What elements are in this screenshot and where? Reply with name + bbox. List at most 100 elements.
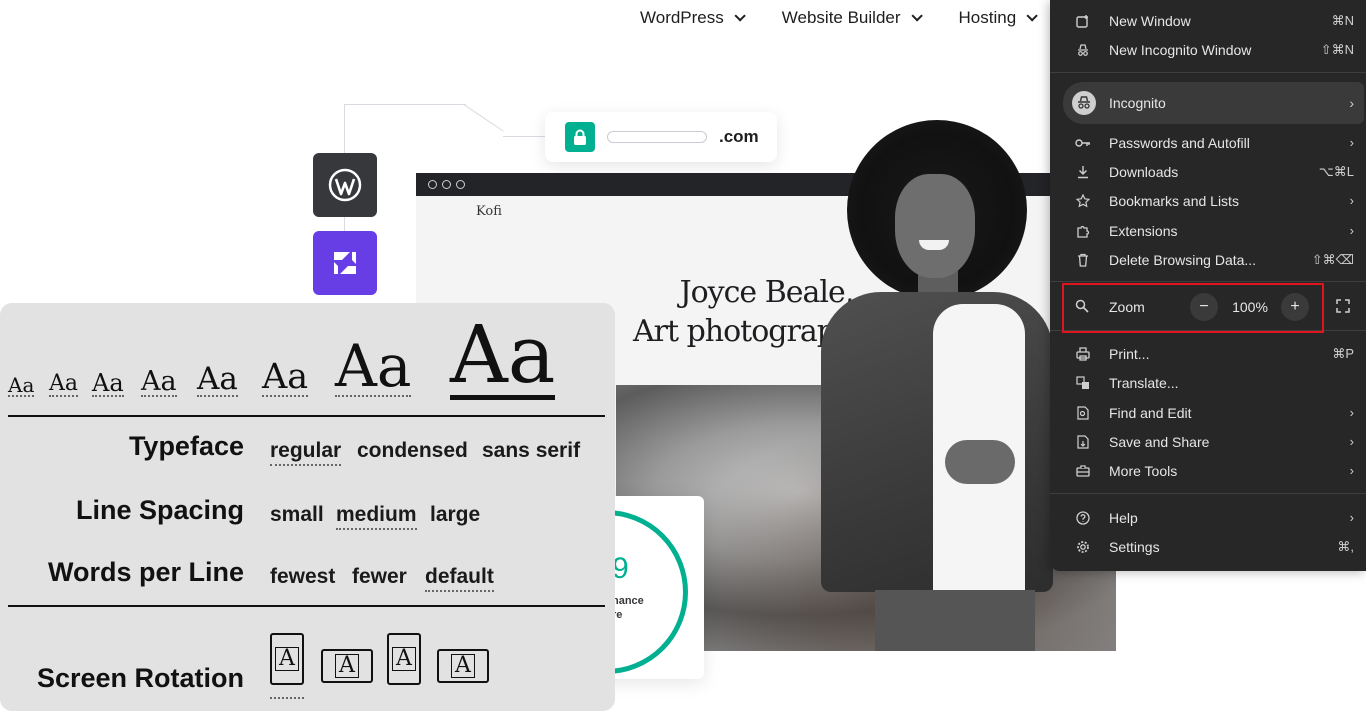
wordpress-logo-icon [313, 153, 377, 217]
mock-site-brand: Kofi [476, 204, 502, 219]
chevron-down-icon [1026, 10, 1038, 22]
menu-new-window[interactable]: New Window ⌘N [1050, 6, 1366, 35]
menu-more-tools-label: More Tools [1109, 462, 1178, 479]
landscape-frame-icon: A [437, 649, 489, 683]
zoom-highlight-box [1062, 283, 1324, 333]
words-option-fewest[interactable]: fewest [270, 565, 335, 589]
find-page-icon [1075, 405, 1091, 421]
menu-help[interactable]: Help › [1050, 503, 1366, 532]
menu-extensions-label: Extensions [1109, 222, 1178, 239]
divider [8, 415, 605, 417]
menu-downloads[interactable]: Downloads ⌥⌘L [1050, 157, 1366, 186]
font-size-option[interactable]: Aa [262, 360, 309, 397]
menu-translate-label: Translate... [1109, 374, 1179, 391]
menu-passwords-autofill[interactable]: Passwords and Autofill › [1050, 128, 1366, 157]
menu-translate[interactable]: Translate... [1050, 368, 1366, 397]
person-pants [875, 590, 1035, 651]
line-spacing-option-small[interactable]: small [270, 503, 324, 527]
nav-hosting-label: Hosting [958, 8, 1017, 27]
font-size-option[interactable]: Aa [197, 364, 238, 397]
menu-help-label: Help [1109, 509, 1138, 526]
nav-website-builder[interactable]: Website Builder [781, 8, 923, 28]
landscape-frame-icon: A [321, 649, 373, 683]
person-face [895, 174, 975, 278]
line-spacing-option-medium[interactable]: medium [336, 503, 417, 530]
help-icon [1075, 510, 1091, 526]
reader-settings-panel: Aa Aa Aa Aa Aa Aa Aa Aa Typeface regular… [0, 303, 615, 711]
website-builder-logo-icon [313, 231, 377, 295]
menu-save-and-share[interactable]: Save and Share › [1050, 427, 1366, 456]
chevron-right-icon: › [1349, 434, 1354, 449]
nav-website-builder-label: Website Builder [781, 8, 901, 27]
menu-new-incognito-label: New Incognito Window [1109, 41, 1252, 58]
font-size-option[interactable]: Aa [335, 337, 412, 397]
menu-settings-shortcut: ⌘, [1337, 538, 1354, 554]
rotation-portrait-inverted[interactable]: A [387, 633, 423, 687]
typeface-option-sans-serif[interactable]: sans serif [482, 439, 580, 463]
download-icon [1075, 164, 1091, 180]
menu-delete-browsing-data[interactable]: Delete Browsing Data... ⇧⌘⌫ [1050, 245, 1366, 274]
top-navigation: WordPress Website Builder Hosting [640, 8, 1038, 28]
menu-separator [1050, 281, 1366, 282]
window-dot-icon [428, 180, 437, 189]
chevron-right-icon: › [1349, 463, 1354, 478]
menu-extensions[interactable]: Extensions › [1050, 216, 1366, 245]
nav-hosting[interactable]: Hosting [958, 8, 1038, 28]
screen-rotation-label: Screen Rotation [36, 663, 244, 693]
portrait-frame-icon: A [270, 633, 304, 685]
words-option-default[interactable]: default [425, 565, 494, 592]
rotation-glyph: A [451, 654, 475, 678]
font-size-option[interactable]: Aa [141, 368, 177, 397]
font-size-row: Aa Aa Aa Aa Aa Aa Aa Aa [0, 303, 615, 413]
menu-profile-label: Incognito [1109, 95, 1166, 111]
menu-bookmarks-lists[interactable]: Bookmarks and Lists › [1050, 186, 1366, 215]
portrait-frame-icon: A [387, 633, 421, 685]
menu-profile-incognito[interactable]: Incognito › [1063, 82, 1364, 124]
rotation-landscape-left[interactable]: A [321, 649, 373, 685]
chevron-right-icon: › [1349, 405, 1354, 420]
gear-icon [1075, 539, 1091, 555]
rotation-portrait-selected[interactable]: A [270, 633, 306, 699]
nav-wordpress[interactable]: WordPress [640, 8, 746, 28]
menu-new-incognito-window[interactable]: New Incognito Window ⇧⌘N [1050, 35, 1366, 64]
rotation-landscape-right[interactable]: A [437, 649, 489, 685]
lock-icon [565, 122, 595, 152]
menu-more-tools[interactable]: More Tools › [1050, 456, 1366, 485]
person-photo [815, 120, 1065, 651]
domain-card: .com [545, 112, 777, 162]
nav-wordpress-label: WordPress [640, 8, 724, 27]
fullscreen-icon[interactable] [1336, 299, 1352, 315]
menu-downloads-label: Downloads [1109, 163, 1179, 180]
trash-icon [1075, 252, 1091, 268]
new-window-icon [1075, 13, 1091, 29]
words-option-fewer[interactable]: fewer [352, 565, 407, 589]
menu-delete-data-shortcut: ⇧⌘⌫ [1311, 251, 1354, 267]
chevron-right-icon: › [1349, 95, 1354, 111]
translate-icon [1075, 375, 1091, 391]
menu-settings[interactable]: Settings ⌘, [1050, 532, 1366, 561]
key-icon [1075, 135, 1091, 151]
window-dot-icon [456, 180, 465, 189]
font-size-option-selected[interactable]: Aa [450, 315, 556, 400]
toolbox-icon [1075, 463, 1091, 479]
menu-downloads-shortcut: ⌥⌘L [1318, 163, 1354, 179]
menu-separator [1050, 493, 1366, 494]
person-hand [945, 440, 1015, 484]
font-size-option[interactable]: Aa [8, 375, 35, 397]
line-spacing-option-large[interactable]: large [430, 503, 480, 527]
score-label: nance re [612, 594, 644, 622]
font-size-option[interactable]: Aa [49, 373, 79, 397]
menu-passwords-label: Passwords and Autofill [1109, 134, 1250, 151]
font-size-option[interactable]: Aa [92, 371, 124, 397]
connector-line [503, 136, 545, 137]
typeface-option-regular[interactable]: regular [270, 439, 342, 466]
menu-new-window-shortcut: ⌘N [1331, 12, 1354, 28]
menu-find-and-edit[interactable]: Find and Edit › [1050, 398, 1366, 427]
menu-print[interactable]: Print... ⌘P [1050, 339, 1366, 368]
menu-find-edit-label: Find and Edit [1109, 404, 1192, 421]
menu-save-share-label: Save and Share [1109, 433, 1210, 450]
chevron-right-icon: › [1349, 223, 1354, 238]
menu-new-incognito-shortcut: ⇧⌘N [1320, 41, 1354, 57]
typeface-option-condensed[interactable]: condensed [357, 439, 468, 463]
rotation-glyph: A [275, 647, 299, 671]
